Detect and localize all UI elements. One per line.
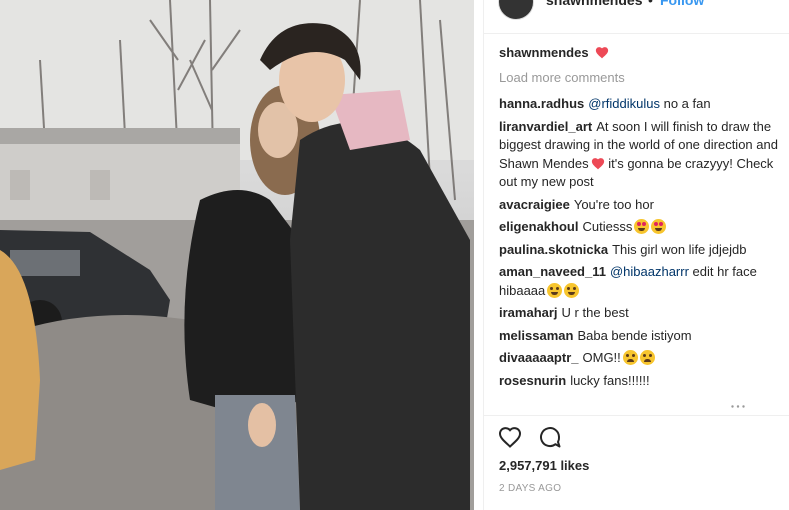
load-more-comments-link[interactable]: Load more comments bbox=[499, 69, 781, 88]
comment-mention[interactable]: @hibaazharrr bbox=[610, 264, 689, 279]
comment-mention[interactable]: @rfiddikulus bbox=[588, 96, 660, 111]
comment-text: Baba bende istiyom bbox=[577, 327, 692, 343]
comment-text: Cutiesss bbox=[582, 219, 633, 234]
header-divider bbox=[484, 33, 789, 34]
comment-text: This girl won life jdjejdb bbox=[612, 241, 747, 257]
disappointed-emoji-icon bbox=[639, 350, 655, 365]
red-heart-icon bbox=[595, 47, 608, 59]
comment-text: U r the best bbox=[561, 305, 629, 320]
likes-count[interactable]: 2,957,791 likes bbox=[499, 458, 589, 473]
header-separator-dot: • bbox=[648, 0, 653, 8]
avatar[interactable] bbox=[498, 0, 534, 20]
comment-username[interactable]: iramaharj bbox=[499, 305, 558, 320]
comment: iramaharj U r the best bbox=[499, 304, 781, 323]
comments-list: shawnmendes Load more comments hanna.rad… bbox=[499, 44, 781, 394]
comment: rosesnurin lucky fans!!!!!! bbox=[499, 372, 781, 391]
comment-username[interactable]: melissaman bbox=[499, 328, 573, 343]
post-photo[interactable] bbox=[0, 0, 474, 510]
comment: avacraigiee You're too hor bbox=[499, 196, 781, 215]
comment-username[interactable]: liranvardiel_art bbox=[499, 119, 592, 134]
heart-eyes-emoji-icon bbox=[634, 219, 650, 234]
comment-username[interactable]: divaaaaaptr_ bbox=[499, 350, 579, 365]
comment: paulina.skotnicka This girl won life jdje… bbox=[499, 241, 781, 260]
post-date[interactable]: 2 DAYS AGO bbox=[499, 483, 561, 494]
red-heart-icon bbox=[591, 157, 604, 169]
comment-text: OMG!! bbox=[582, 350, 621, 365]
more-options-icon[interactable] bbox=[731, 405, 745, 408]
follow-button[interactable]: Follow bbox=[660, 0, 704, 8]
comment-text: You're too hor bbox=[573, 196, 654, 212]
header-username[interactable]: shawnmendes bbox=[546, 0, 642, 8]
comment: hanna.radhus @rfiddikulus no a fan bbox=[499, 95, 781, 114]
comment-username[interactable]: hanna.radhus bbox=[499, 96, 584, 111]
post-actions bbox=[498, 426, 578, 450]
comment: divaaaaaptr_ OMG!! bbox=[499, 349, 781, 368]
comment: melissaman Baba bende istiyom bbox=[499, 327, 781, 346]
comment-username[interactable]: paulina.skotnicka bbox=[499, 242, 608, 257]
disappointed-emoji-icon bbox=[622, 350, 638, 365]
actions-divider bbox=[484, 415, 789, 416]
comment: liranvardiel_art At soon I will finish to… bbox=[499, 118, 781, 192]
caption: shawnmendes bbox=[499, 44, 781, 63]
comment-text: lucky fans!!!!!! bbox=[570, 372, 650, 388]
comment: aman_naveed_11 @hibaazharrr edit hr face … bbox=[499, 263, 781, 300]
comment-username[interactable]: eligenakhoul bbox=[499, 219, 578, 234]
grinning-sweat-emoji-icon bbox=[564, 282, 580, 298]
heart-eyes-emoji-icon bbox=[651, 219, 667, 234]
comment-username[interactable]: avacraigiee bbox=[499, 197, 570, 212]
comment-username[interactable]: rosesnurin bbox=[499, 373, 566, 388]
grinning-sweat-emoji-icon bbox=[547, 282, 563, 298]
post-header: shawnmendes • Follow bbox=[498, 0, 778, 20]
post-side-panel: shawnmendes • Follow shawnmendes Load mo… bbox=[483, 0, 789, 510]
comment-text: no a fan bbox=[659, 96, 711, 111]
comment: eligenakhoul Cutiesss bbox=[499, 218, 781, 237]
comment-bubble-icon[interactable] bbox=[538, 425, 562, 449]
like-heart-icon[interactable] bbox=[498, 426, 522, 448]
comment-username[interactable]: aman_naveed_11 bbox=[499, 264, 606, 279]
caption-username[interactable]: shawnmendes bbox=[499, 45, 589, 60]
post-photo-image bbox=[0, 0, 474, 510]
